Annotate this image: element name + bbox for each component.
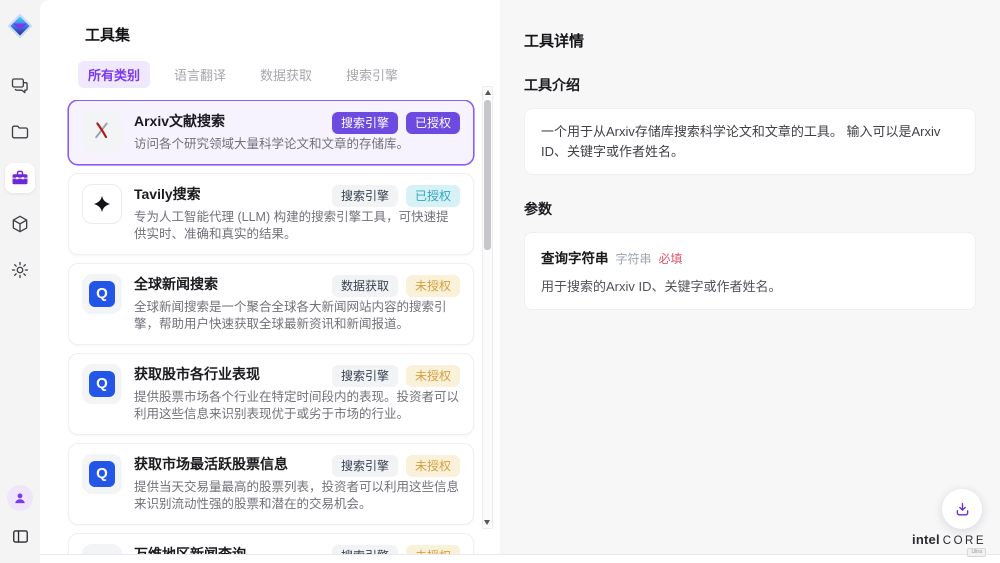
sidebar-rail [0,0,40,563]
tool-auth-badge: 已授权 [406,112,460,134]
tool-badges: 数据获取 未授权 [332,274,460,297]
category-tab[interactable]: 语言翻译 [164,61,236,88]
category-tabs: 所有类别语言翻译数据获取搜索引擎 [78,61,500,88]
tool-badges: 搜索引擎 未授权 [332,364,460,387]
sidebar-item-toolbox[interactable] [5,163,35,193]
tool-title: 获取市场最活跃股票信息 [134,454,288,475]
parameter-name: 查询字符串 [541,247,609,267]
tool-icon: Q [82,454,122,494]
download-icon [953,500,972,519]
sidebar-bottom [5,485,35,551]
intel-core-logo: intel CORE Ultra [912,532,986,557]
sidebar-item-chat[interactable] [5,71,35,101]
tool-title: Arxiv文献搜索 [134,111,225,132]
folder-icon [10,122,30,142]
tool-auth-badge: 未授权 [406,365,460,387]
toolbox-icon [10,168,30,188]
download-button[interactable] [942,489,982,529]
parameter-description: 用于搜索的Arxiv ID、关键字或作者姓名。 [541,276,959,295]
page-title: 工具集 [85,24,500,45]
user-avatar[interactable] [7,485,33,511]
sidebar-item-settings[interactable] [5,255,35,285]
tool-icon: Q [82,364,122,404]
tool-details-panel: 工具详情 工具介绍 一个用于从Arxiv存储库搜索科学论文和文章的工具。 输入可… [500,0,1000,555]
gear-icon [10,260,30,280]
category-tab[interactable]: 所有类别 [78,61,150,88]
tool-icon: Q [82,274,122,314]
tool-category-badge: 搜索引擎 [332,185,398,207]
core-wordmark: CORE [943,535,986,547]
tool-description: 访问各个研究领域大量科学论文和文章的存储库。 [134,136,460,154]
main-area: 工具集 所有类别语言翻译数据获取搜索引擎 Arxiv文献搜索 搜索引擎 已授权 … [40,0,1000,555]
tool-card[interactable]: Tavily搜索 搜索引擎 已授权 专为人工智能代理 (LLM) 构建的搜索引擎… [68,173,474,255]
intro-heading: 工具介绍 [524,75,976,95]
tool-title: 全球新闻搜索 [134,274,218,295]
tool-icon [82,184,122,224]
tool-card-body: 全球新闻搜索 数据获取 未授权 全球新闻搜索是一个聚合全球各大新闻网站内容的搜索… [134,274,460,334]
q-logo-icon: Q [89,461,115,487]
sidebar-item-folder[interactable] [5,117,35,147]
window-bottom-edge [40,554,1000,563]
tool-category-badge: 数据获取 [332,275,398,297]
tool-auth-badge: 未授权 [406,455,460,477]
sparkle-icon [91,193,113,215]
tool-card[interactable]: Q 获取市场最活跃股票信息 搜索引擎 未授权 提供当天交易量最高的股票列表，投资… [68,443,474,525]
scroll-down-arrow-icon[interactable] [484,520,490,525]
sidebar-nav [5,71,35,285]
tool-title: 获取股市各行业表现 [134,364,260,385]
app-window: 工具集 所有类别语言翻译数据获取搜索引擎 Arxiv文献搜索 搜索引擎 已授权 … [0,0,1000,563]
ultra-badge: Ultra [967,548,986,557]
tool-badges: 搜索引擎 已授权 [332,111,460,134]
tool-card-body: Tavily搜索 搜索引擎 已授权 专为人工智能代理 (LLM) 构建的搜索引擎… [134,184,460,244]
tool-card-body: Arxiv文献搜索 搜索引擎 已授权 访问各个研究领域大量科学论文和文章的存储库… [134,111,460,154]
tool-badges: 搜索引擎 已授权 [332,184,460,207]
params-heading: 参数 [524,199,976,219]
q-logo-icon: Q [89,371,115,397]
tool-description: 提供股票市场各个行业在特定时间段内的表现。投资者可以利用这些信息来识别表现优于或… [134,389,460,424]
tool-intro-text: 一个用于从Arxiv存储库搜索科学论文和文章的工具。 输入可以是Arxiv ID… [524,108,976,175]
parameter-header: 查询字符串 字符串 必填 [541,247,959,267]
tool-title: Tavily搜索 [134,184,201,205]
scroll-up-arrow-icon[interactable] [485,90,491,95]
tool-card[interactable]: Q 全球新闻搜索 数据获取 未授权 全球新闻搜索是一个聚合全球各大新闻网站内容的… [68,263,474,345]
chat-icon [10,76,30,96]
panel-toggle-button[interactable] [5,521,35,551]
tool-description: 提供当天交易量最高的股票列表，投资者可以利用这些信息来识别流动性强的股票和潜在的… [134,479,460,514]
tool-card-body: 获取市场最活跃股票信息 搜索引擎 未授权 提供当天交易量最高的股票列表，投资者可… [134,454,460,514]
tool-card[interactable]: Q 获取股市各行业表现 搜索引擎 未授权 提供股票市场各个行业在特定时间段内的表… [68,353,474,435]
details-title: 工具详情 [524,30,976,51]
cube-icon [10,214,30,234]
tool-icon [82,111,122,151]
sidebar-item-cube[interactable] [5,209,35,239]
tool-badges: 搜索引擎 未授权 [332,454,460,477]
arxiv-logo-icon [91,120,113,142]
tool-category-badge: 搜索引擎 [332,112,398,134]
list-scrollbar[interactable] [482,86,493,529]
tool-category-badge: 搜索引擎 [332,455,398,477]
tool-card[interactable]: 万维地区新闻查询 搜索引擎 未授权 查询具体行政区划内的新闻，快速了解各地新闻动 [68,533,474,556]
parameter-required-badge: 必填 [659,250,683,267]
parameter-type: 字符串 [616,250,652,267]
parameter-card: 查询字符串 字符串 必填 用于搜索的Arxiv ID、关键字或作者姓名。 [524,232,976,310]
category-tab[interactable]: 搜索引擎 [336,61,408,88]
tool-auth-badge: 已授权 [406,185,460,207]
tool-card-list: Arxiv文献搜索 搜索引擎 已授权 访问各个研究领域大量科学论文和文章的存储库… [40,100,500,555]
tool-auth-badge: 未授权 [406,275,460,297]
tool-description: 专为人工智能代理 (LLM) 构建的搜索引擎工具，可快速提供实时、准确和真实的结… [134,209,460,244]
tool-description: 全球新闻搜索是一个聚合全球各大新闻网站内容的搜索引擎，帮助用户快速获取全球最新资… [134,299,460,334]
category-tab[interactable]: 数据获取 [250,61,322,88]
app-logo-diamond-icon[interactable] [7,13,33,39]
tool-category-badge: 搜索引擎 [332,365,398,387]
q-logo-icon: Q [89,281,115,307]
tool-card-body: 获取股市各行业表现 搜索引擎 未授权 提供股票市场各个行业在特定时间段内的表现。… [134,364,460,424]
scrollbar-thumb[interactable] [484,100,491,250]
tools-panel: 工具集 所有类别语言翻译数据获取搜索引擎 Arxiv文献搜索 搜索引擎 已授权 … [40,0,500,555]
tool-card[interactable]: Arxiv文献搜索 搜索引擎 已授权 访问各个研究领域大量科学论文和文章的存储库… [68,100,474,165]
panel-toggle-icon [11,527,30,546]
user-icon [12,490,28,506]
intel-wordmark: intel [912,532,940,547]
